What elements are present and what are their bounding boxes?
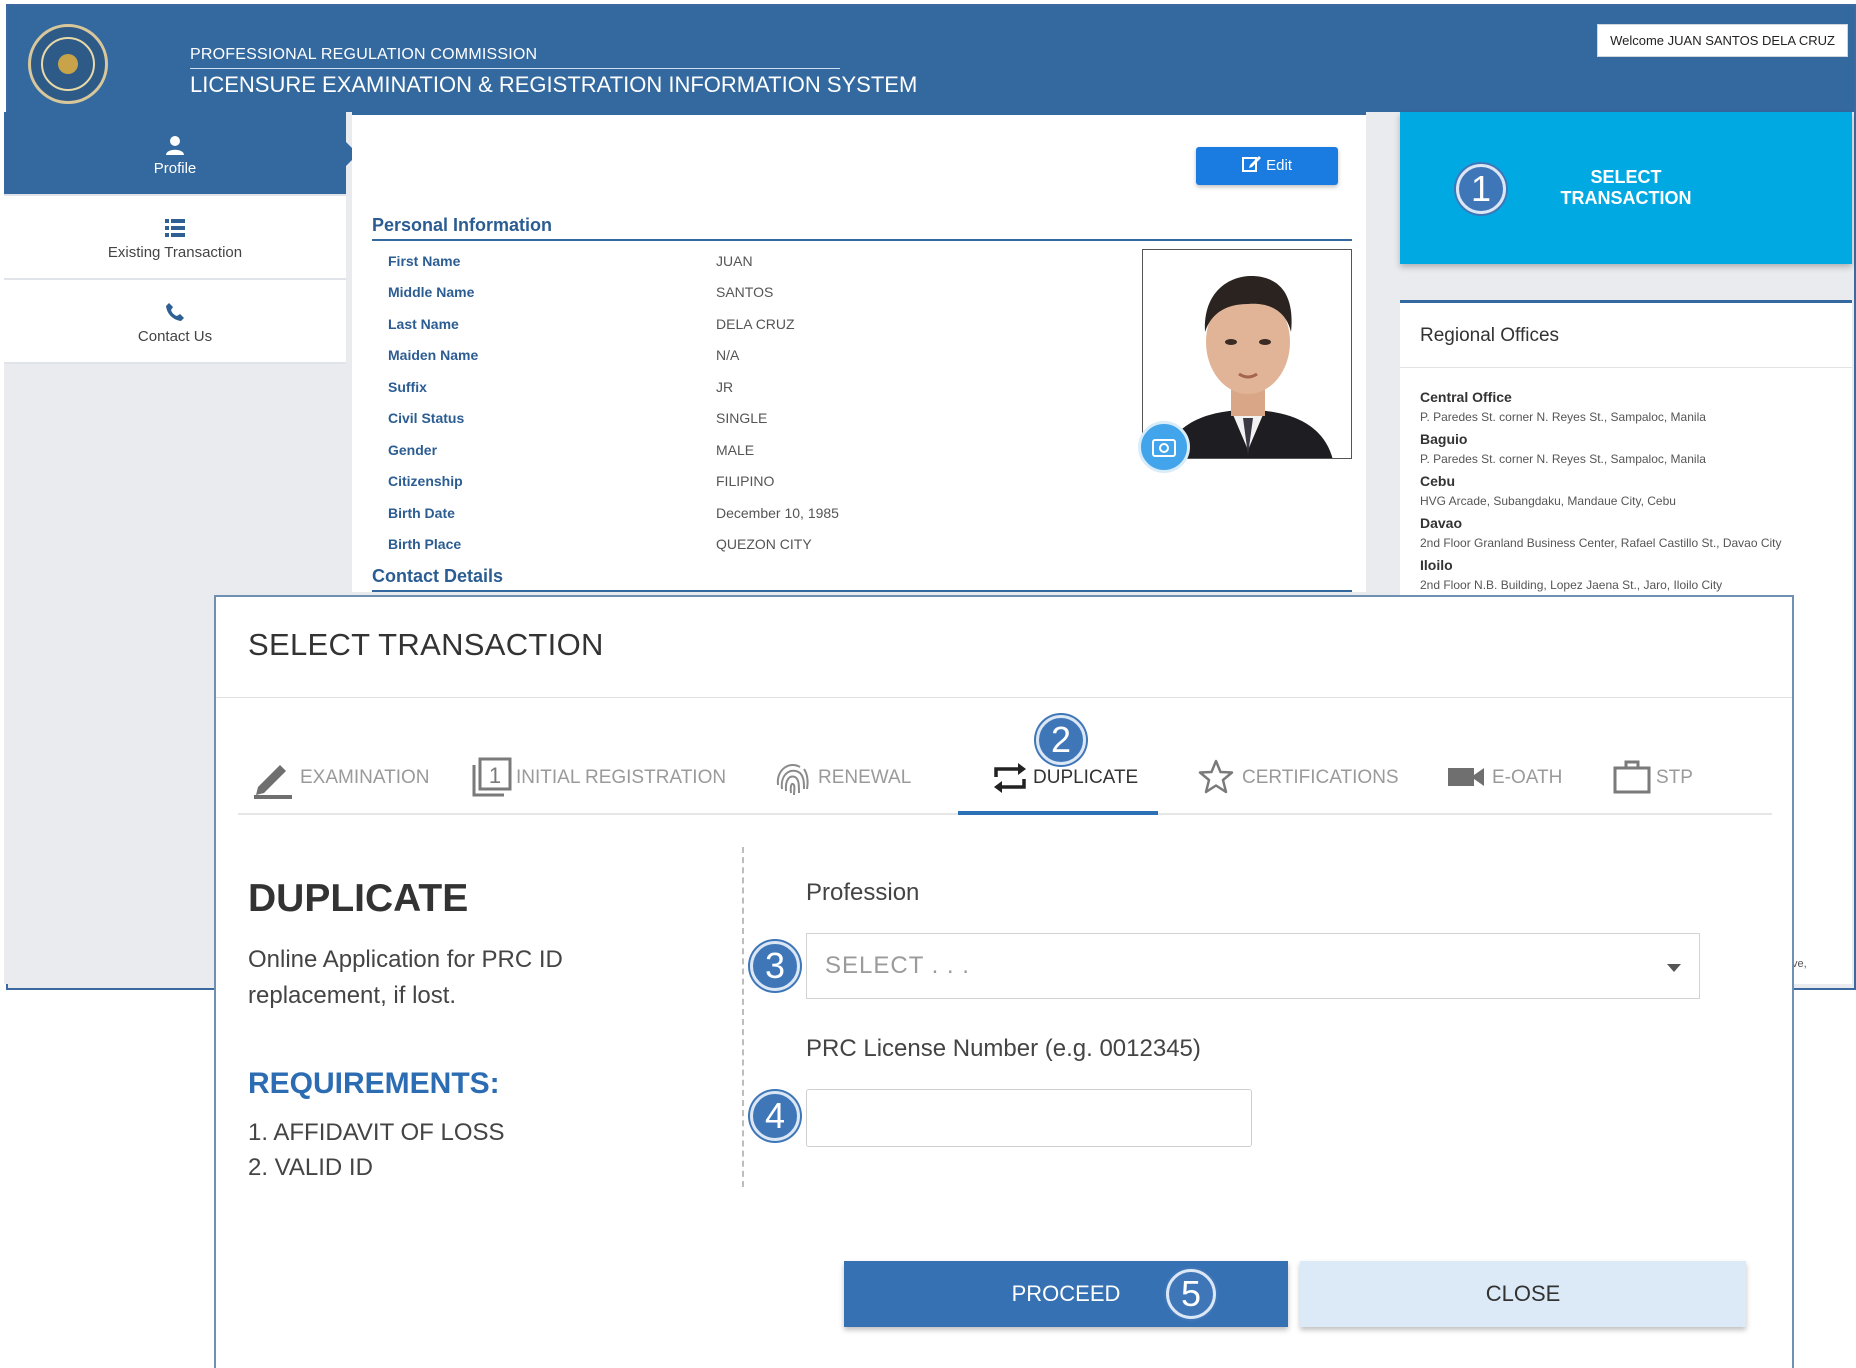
- header-divider: [190, 68, 840, 69]
- edit-icon: [1241, 156, 1266, 174]
- chevron-down-icon: [1667, 964, 1681, 972]
- profession-select[interactable]: SELECT . . .: [806, 933, 1700, 999]
- number-one-icon: 1: [470, 755, 514, 799]
- license-number-label: PRC License Number (e.g. 0012345): [806, 1035, 1201, 1062]
- requirement-item: 2. VALID ID: [248, 1154, 373, 1181]
- select-transaction-card[interactable]: SELECT TRANSACTION 1: [1400, 112, 1852, 264]
- office-cebu: Cebu HVG Arcade, Subangdaku, Mandaue City…: [1420, 473, 1676, 508]
- requirement-item: 1. AFFIDAVIT OF LOSS: [248, 1119, 505, 1146]
- tab-e-oath[interactable]: E-OATH: [1444, 747, 1574, 815]
- field-citizenship: Citizenship FILIPINO: [388, 473, 775, 489]
- tab-renewal[interactable]: RENEWAL: [770, 747, 930, 815]
- pencil-icon: [250, 755, 294, 799]
- sidebar-item-profile[interactable]: Profile: [4, 112, 358, 196]
- personal-info-title: Personal Information: [372, 215, 553, 235]
- regional-text-fragment: ve,: [1792, 958, 1807, 970]
- field-birth-date: Birth Date December 10, 1985: [388, 505, 839, 521]
- sidebar-item-contact-us[interactable]: Contact Us: [4, 280, 346, 364]
- svg-text:1: 1: [489, 763, 501, 788]
- contact-details-title: Contact Details: [372, 566, 504, 586]
- phone-icon: [4, 280, 346, 328]
- column-divider: [742, 847, 744, 1187]
- field-last-name: Last Name DELA CRUZ: [388, 316, 795, 332]
- license-number-input[interactable]: [806, 1089, 1252, 1147]
- list-icon: [4, 196, 346, 244]
- sidebar-item-label: Existing Transaction: [107, 244, 243, 261]
- fingerprint-icon: [770, 755, 814, 799]
- office-central: Central Office P. Paredes St. corner N. R…: [1420, 389, 1706, 424]
- proceed-button[interactable]: PROCEED: [844, 1261, 1288, 1327]
- field-first-name: First Name JUAN: [388, 253, 753, 269]
- star-icon: [1194, 755, 1238, 799]
- sidebar-item-label: Contact Us: [137, 328, 213, 345]
- close-button[interactable]: CLOSE: [1300, 1261, 1746, 1327]
- office-baguio: Baguio P. Paredes St. corner N. Reyes St.…: [1420, 431, 1706, 466]
- select-transaction-modal: SELECT TRANSACTION 2 EXAMINATION 1 INITI…: [214, 595, 1794, 1368]
- sidebar-item-label: Profile: [153, 160, 197, 177]
- tab-certifications[interactable]: CERTIFICATIONS: [1194, 747, 1404, 815]
- step-marker-1: 1: [1456, 164, 1506, 214]
- briefcase-icon: [1610, 755, 1654, 799]
- office-iloilo: Iloilo 2nd Floor N.B. Building, Lopez Jae…: [1420, 557, 1723, 592]
- user-icon: [4, 112, 346, 160]
- system-title: LICENSURE EXAMINATION & REGISTRATION INF…: [190, 72, 918, 97]
- camera-button[interactable]: [1138, 421, 1190, 473]
- step-marker-5: 5: [1166, 1269, 1216, 1319]
- org-name: PROFESSIONAL REGULATION COMMISSION: [190, 46, 538, 63]
- field-middle-name: Middle Name SANTOS: [388, 284, 774, 300]
- field-suffix: Suffix JR: [388, 379, 734, 395]
- profession-select-value: SELECT . . .: [825, 952, 970, 979]
- field-civil-status: Civil Status SINGLE: [388, 410, 768, 426]
- step-marker-4: 4: [750, 1091, 800, 1141]
- field-gender: Gender MALE: [388, 442, 755, 458]
- tab-initial-registration[interactable]: 1 INITIAL REGISTRATION: [470, 747, 730, 815]
- requirements-heading: REQUIREMENTS:: [248, 1067, 500, 1100]
- field-birth-place: Birth Place QUEZON CITY: [388, 536, 812, 552]
- field-maiden-name: Maiden Name N/A: [388, 347, 740, 363]
- transaction-heading: DUPLICATE: [248, 877, 469, 920]
- modal-title: SELECT TRANSACTION: [248, 627, 604, 662]
- regional-offices-title: Regional Offices: [1420, 325, 1560, 346]
- step-marker-3: 3: [750, 941, 800, 991]
- section-divider: [372, 590, 1352, 592]
- transaction-tabs: EXAMINATION 1 INITIAL REGISTRATION RENEW…: [238, 747, 1772, 815]
- profession-label: Profession: [806, 879, 920, 906]
- tab-examination[interactable]: EXAMINATION: [250, 747, 440, 815]
- camera-icon: [1141, 439, 1187, 474]
- prc-seal-logo: [28, 24, 108, 104]
- office-davao: Davao 2nd Floor Granland Business Center,…: [1420, 515, 1782, 550]
- section-divider: [372, 239, 1352, 241]
- top-bar: PROFESSIONAL REGULATION COMMISSION LICEN…: [8, 6, 1854, 112]
- welcome-badge: Welcome JUAN SANTOS DELA CRUZ: [1597, 24, 1848, 57]
- video-camera-icon: [1444, 755, 1488, 799]
- edit-button[interactable]: Edit: [1196, 147, 1338, 185]
- profile-panel: Edit Personal Information First Name JUAN…: [352, 112, 1366, 592]
- tab-duplicate[interactable]: DUPLICATE: [958, 747, 1158, 815]
- repeat-icon: [988, 755, 1032, 799]
- tab-stp[interactable]: STP: [1610, 747, 1710, 815]
- transaction-description: Online Application for PRC ID replacemen…: [248, 946, 563, 1009]
- sidebar-item-existing-transaction[interactable]: Existing Transaction: [4, 196, 346, 280]
